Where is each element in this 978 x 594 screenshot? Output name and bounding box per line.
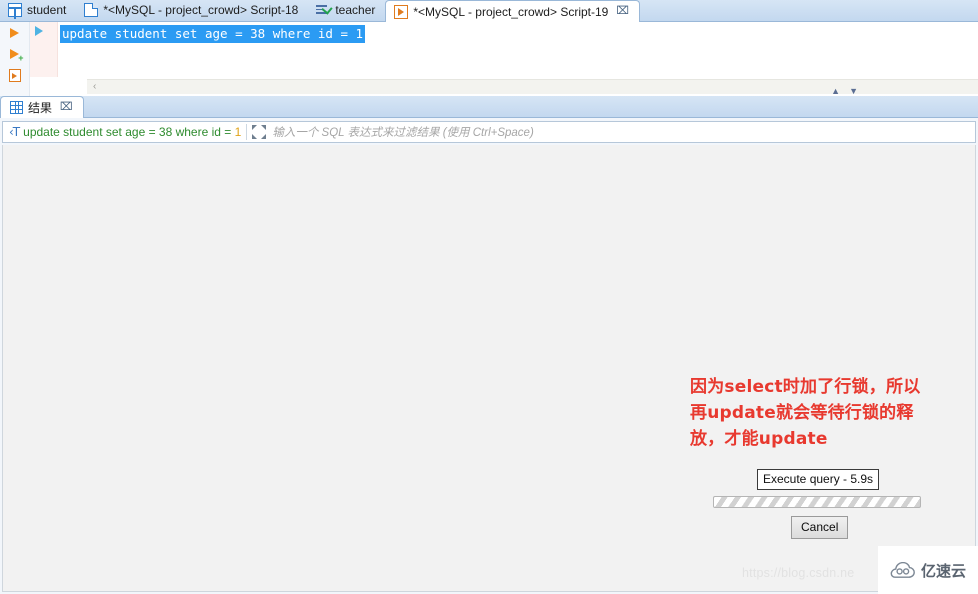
chevron-left-icon[interactable]: ‹ xyxy=(87,82,96,92)
annotation-note: 因为select时加了行锁，所以 再update就会等待行锁的释 放，才能upd… xyxy=(690,374,975,452)
sql-text-area[interactable]: update student set age = 38 where id = 1… xyxy=(30,22,978,96)
tab-label: *<MySQL - project_crowd> Script-18 xyxy=(103,3,299,17)
sql-statement-text[interactable]: update student set age = 38 where id = 1 xyxy=(60,25,366,43)
run-statement-marker-icon[interactable] xyxy=(35,26,43,36)
sql-script-orange-icon xyxy=(394,4,409,19)
chevron-down-icon[interactable]: ▼ xyxy=(849,87,858,96)
tab-label: student xyxy=(27,3,67,17)
tab-label: teacher xyxy=(335,3,376,17)
open-script-icon[interactable] xyxy=(6,67,24,84)
annotation-line-2: 再update就会等待行锁的释 xyxy=(690,403,914,423)
indeterminate-progress-bar xyxy=(713,496,921,508)
cloud-logo-icon xyxy=(890,561,916,579)
sql-editor-area: + update student set age = 38 where id =… xyxy=(0,22,978,96)
csdn-watermark: https://blog.csdn.ne xyxy=(742,566,855,580)
close-icon[interactable]: ⌧ xyxy=(60,102,73,113)
brand-name: 亿速云 xyxy=(920,561,966,580)
cancel-button[interactable]: Cancel xyxy=(791,516,849,539)
annotation-line-1: 因为select时加了行锁，所以 xyxy=(690,377,921,397)
filter-query-number: 1 xyxy=(234,125,242,139)
divider xyxy=(246,124,248,140)
filter-input-placeholder[interactable]: 输入一个 SQL 表达式来过滤结果 (使用 Ctrl+Space) xyxy=(272,124,533,140)
table-icon xyxy=(8,3,22,20)
tab-script-18[interactable]: *<MySQL - project_crowd> Script-18 xyxy=(76,0,308,21)
chevron-up-icon[interactable]: ▲ xyxy=(831,87,840,96)
editor-tab-bar: student *<MySQL - project_crowd> Script-… xyxy=(0,0,978,22)
filter-query-text: update student set age = 38 where id = 1 xyxy=(23,125,241,139)
results-tab-bar: 结果 ⌧ xyxy=(0,96,978,118)
view-check-icon xyxy=(316,3,333,17)
execute-script-icon[interactable]: + xyxy=(6,46,24,63)
tab-results[interactable]: 结果 ⌧ xyxy=(0,96,84,118)
editor-toolbar: + xyxy=(0,22,30,96)
brand-watermark: 亿速云 xyxy=(878,546,978,594)
execute-statement-icon[interactable] xyxy=(6,25,24,42)
results-tab-label: 结果 xyxy=(28,101,53,115)
editor-nav-arrows: ▲ ▼ xyxy=(831,87,858,96)
annotation-line-3: 放，才能update xyxy=(690,429,828,449)
tab-student[interactable]: student xyxy=(0,0,76,21)
maximize-icon[interactable] xyxy=(252,125,267,139)
tab-script-19[interactable]: *<MySQL - project_crowd> Script-19 ⌧ xyxy=(385,0,641,22)
progress-status-label: Execute query - 5.9s xyxy=(757,469,880,490)
result-grid-icon xyxy=(10,101,23,114)
filter-text-icon: ‹T xyxy=(9,125,20,139)
close-icon[interactable]: ⌧ xyxy=(616,6,629,17)
sql-script-blue-icon xyxy=(84,3,99,17)
statement-gutter xyxy=(30,22,58,77)
tab-label: *<MySQL - project_crowd> Script-19 xyxy=(413,4,609,19)
filter-query-prefix: update student set age = 38 where id = xyxy=(23,125,235,139)
result-filter-bar[interactable]: ‹T update student set age = 38 where id … xyxy=(2,121,976,143)
tab-teacher[interactable]: teacher xyxy=(308,0,385,21)
sql-editor-window: student *<MySQL - project_crowd> Script-… xyxy=(0,0,978,594)
